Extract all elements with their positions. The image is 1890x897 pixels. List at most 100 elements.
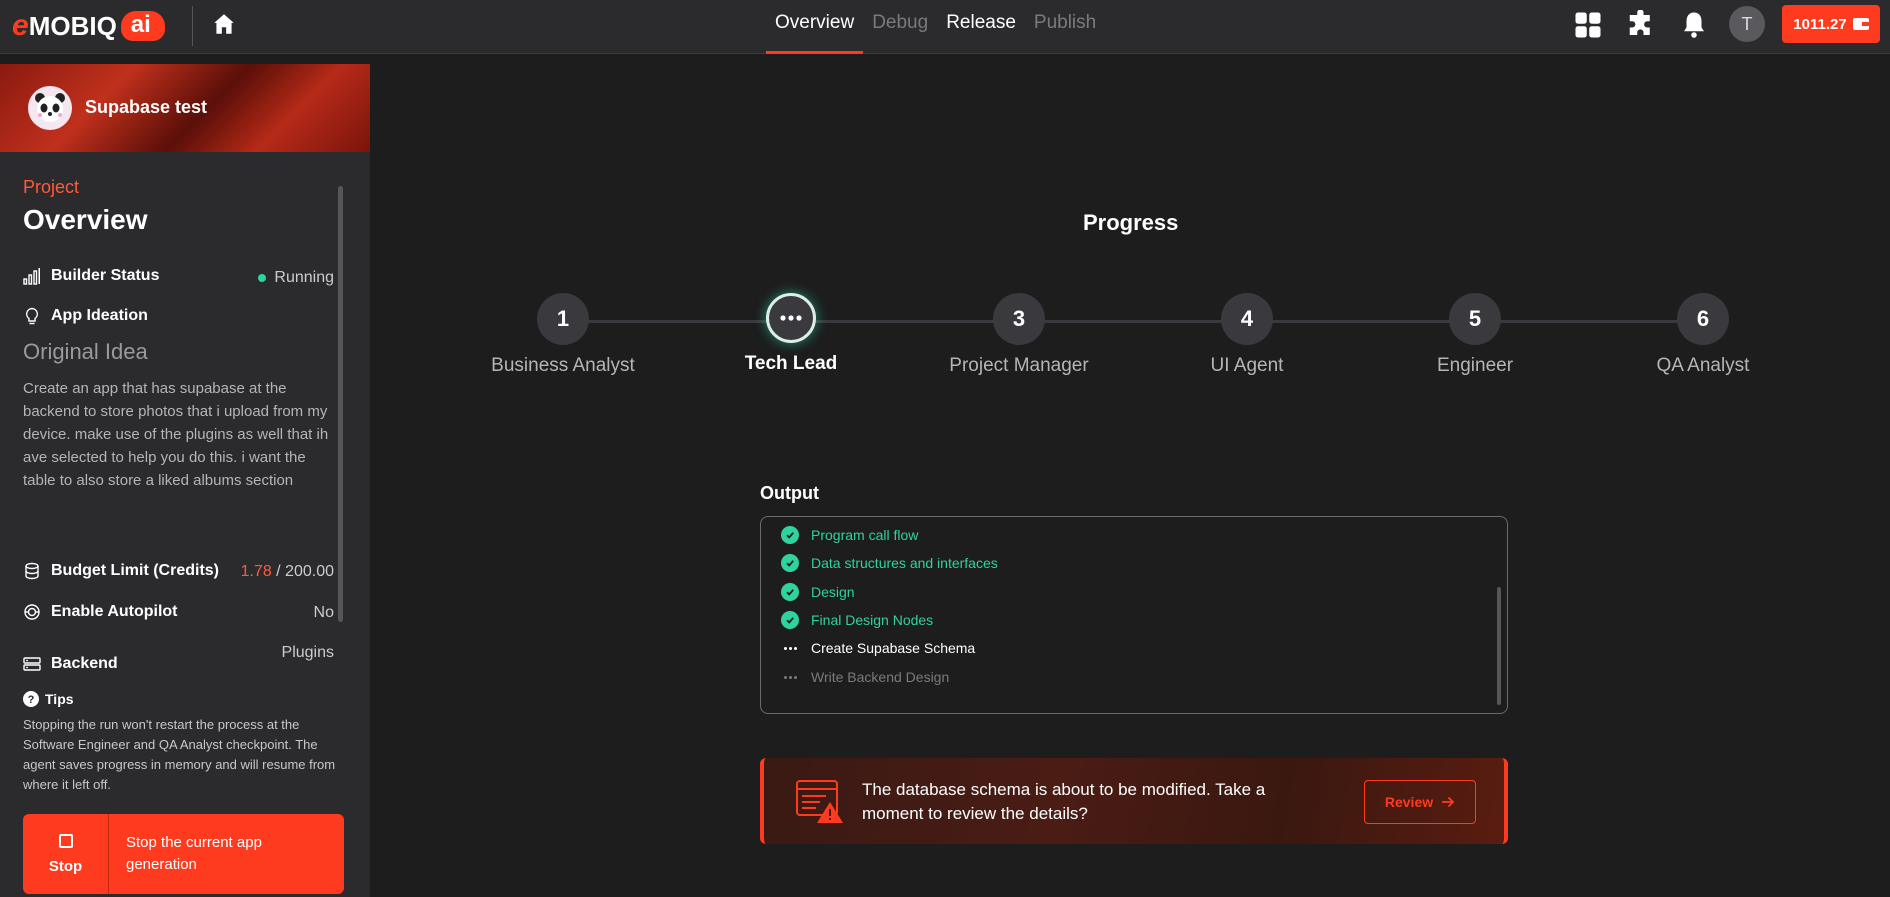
builder-status-text: Running (274, 269, 334, 286)
step-label: Tech Lead (744, 353, 838, 374)
output-item-label: Create Supabase Schema (811, 640, 976, 656)
puzzle-icon[interactable] (1626, 10, 1656, 40)
step-number: 3 (993, 293, 1045, 345)
tab-overview[interactable]: Overview (766, 0, 864, 54)
section-title: Overview (23, 204, 148, 235)
user-avatar[interactable]: T (1729, 6, 1765, 42)
budget-total: / 200.00 (271, 563, 334, 580)
output-scrollbar[interactable] (1497, 587, 1501, 705)
step-number: 5 (1449, 293, 1501, 345)
sidebar-scrollbar[interactable] (338, 186, 343, 622)
stop-generation-card[interactable]: Stop Stop the current app generation (23, 814, 344, 894)
step-qa-analyst[interactable]: 6 QA Analyst (1603, 293, 1803, 377)
logo-e: e (12, 9, 29, 42)
logo-ai-text: ai (130, 11, 151, 38)
output-item: Design (781, 583, 855, 601)
project-header: Supabase test (0, 64, 370, 152)
output-item: Write Backend Design (781, 669, 949, 685)
original-idea-label: Original Idea (23, 339, 148, 364)
tab-release[interactable]: Release (937, 0, 1025, 54)
review-label: Review (1384, 794, 1434, 810)
wallet-icon (1852, 18, 1869, 30)
panda-icon (35, 93, 65, 122)
step-active-indicator (766, 293, 816, 343)
app-ideation-label: App Ideation (51, 307, 148, 324)
logo-text: MOBIQ (28, 10, 117, 41)
output-item: Program call flow (781, 526, 918, 544)
output-item-label: Program call flow (811, 527, 919, 543)
step-number: 4 (1221, 293, 1273, 345)
output-item: Create Supabase Schema (781, 640, 975, 656)
check-icon (781, 526, 799, 544)
main-nav: Overview Debug Release Publish (766, 0, 1105, 54)
alert-message: The database schema is about to be modif… (862, 780, 1266, 823)
backend-label: Backend (51, 655, 118, 672)
output-title: Output (760, 483, 819, 503)
project-avatar (28, 86, 72, 130)
top-bar: e MOBIQ ai Overview Debug Release Publis… (0, 0, 1890, 54)
svg-text:?: ? (28, 694, 35, 706)
review-button[interactable]: Review (1364, 780, 1476, 824)
step-number: 1 (537, 293, 589, 345)
home-icon[interactable] (211, 11, 237, 37)
output-item-label: Data structures and interfaces (811, 555, 998, 571)
database-warning-icon (796, 780, 843, 823)
bell-icon[interactable] (1679, 10, 1709, 40)
autopilot-label: Enable Autopilot (51, 603, 178, 620)
coins-icon (25, 562, 39, 580)
credits-button[interactable]: 1011.27 (1782, 5, 1880, 43)
step-label: Project Manager (949, 355, 1089, 376)
step-label: QA Analyst (1656, 355, 1750, 376)
ellipsis-icon (781, 675, 799, 679)
budget-row: Budget Limit (Credits) (23, 562, 219, 580)
arrow-right-icon (1442, 796, 1455, 808)
tips-label: Tips (45, 691, 74, 707)
ellipsis-icon (780, 315, 802, 321)
app-ideation-row: App Ideation (23, 307, 148, 325)
logo-ai-cloud: ai (120, 11, 165, 41)
apps-grid-icon[interactable] (1573, 10, 1603, 40)
question-icon: ? (23, 691, 39, 707)
budget-used: 1.78 (240, 563, 272, 580)
stop-button[interactable]: Stop (23, 814, 109, 894)
output-item-label: Final Design Nodes (811, 612, 934, 628)
autopilot-icon (24, 604, 40, 620)
sidebar: Supabase test Project Overview Builder S… (0, 64, 370, 897)
tab-debug[interactable]: Debug (863, 0, 937, 54)
original-idea-text: Create an app that has supabase at the b… (23, 380, 329, 489)
chart-bars-icon (23, 268, 40, 285)
step-project-manager[interactable]: 3 Project Manager (919, 293, 1119, 377)
stop-icon (58, 833, 73, 848)
credits-value: 1011.27 (1793, 15, 1847, 33)
builder-status-row: Builder Status (23, 267, 159, 285)
project-name: Supabase test (85, 97, 208, 117)
check-icon (781, 583, 799, 601)
step-label: UI Agent (1210, 355, 1284, 376)
step-label: Business Analyst (491, 355, 635, 376)
ellipsis-icon (781, 646, 799, 650)
step-ui-agent[interactable]: 4 UI Agent (1147, 293, 1347, 377)
app-logo[interactable]: e MOBIQ ai (12, 8, 165, 44)
step-number: 6 (1677, 293, 1729, 345)
stop-label: Stop (48, 857, 83, 875)
tab-publish[interactable]: Publish (1025, 0, 1105, 54)
step-tech-lead[interactable]: Tech Lead (691, 293, 891, 375)
section-label: Project (23, 177, 80, 197)
progress-title: Progress (1083, 210, 1179, 235)
output-item-label: Design (811, 584, 855, 600)
output-panel[interactable]: Program call flow Data structures and in… (760, 516, 1508, 714)
backend-value[interactable]: Plugins (282, 644, 334, 662)
tips-text: Stopping the run won't restart the proce… (23, 717, 336, 792)
schema-alert: The database schema is about to be modif… (760, 758, 1508, 844)
autopilot-value[interactable]: No (314, 604, 334, 622)
output-item: Final Design Nodes (781, 611, 933, 629)
step-engineer[interactable]: 5 Engineer (1375, 293, 1575, 377)
lightbulb-icon (25, 307, 39, 325)
check-icon (781, 554, 799, 572)
step-business-analyst[interactable]: 1 Business Analyst (463, 293, 663, 377)
tips-header: ? Tips (23, 691, 74, 707)
step-label: Engineer (1436, 355, 1514, 376)
builder-status-value: Running (258, 269, 334, 287)
divider (192, 6, 193, 46)
output-item-label: Write Backend Design (811, 669, 950, 685)
